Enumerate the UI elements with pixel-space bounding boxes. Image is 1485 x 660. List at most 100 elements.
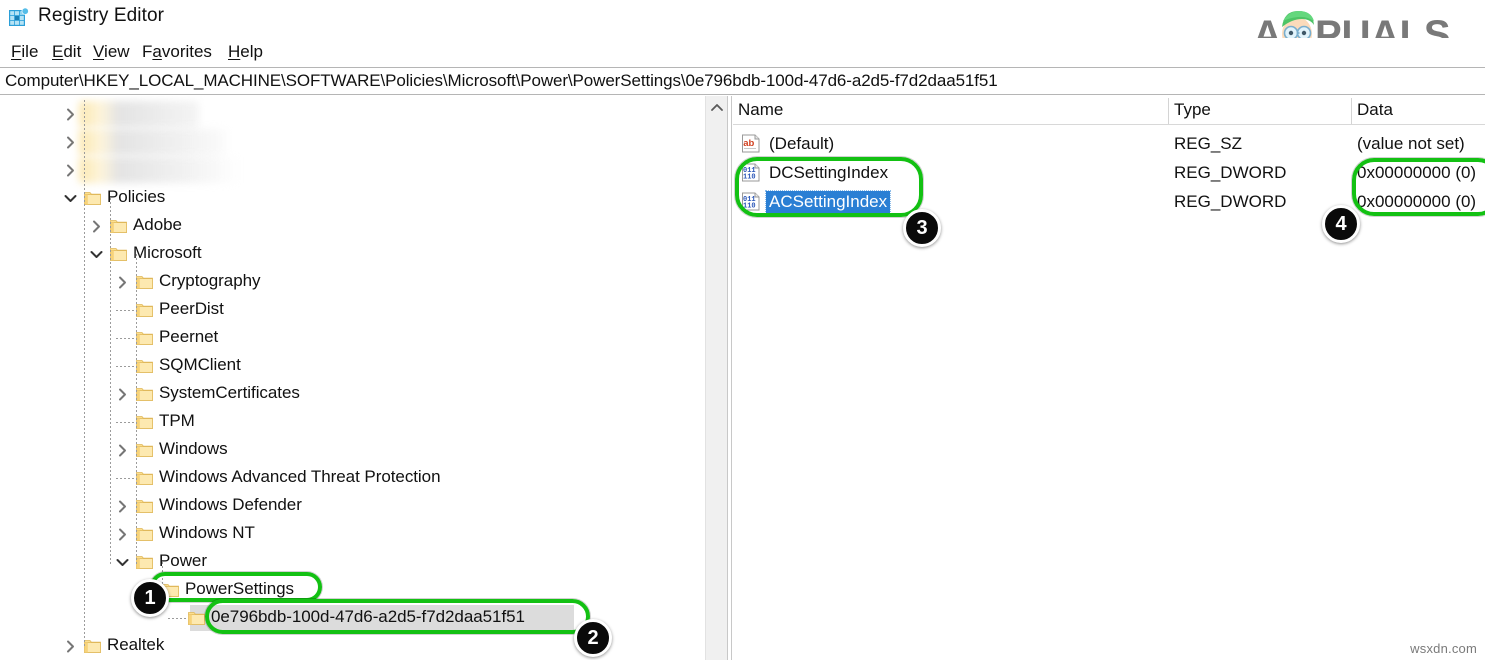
tree-item-tpm[interactable]: TPM: [0, 408, 705, 436]
tree-scrollbar[interactable]: [705, 96, 727, 660]
folder-icon: [136, 358, 153, 373]
svg-text:110: 110: [743, 174, 756, 182]
column-header-type[interactable]: Type: [1174, 100, 1211, 120]
menu-item-file[interactable]: File: [8, 40, 41, 64]
tree-item-label: Cryptography: [159, 271, 260, 291]
chevron-right-icon[interactable]: [114, 520, 130, 548]
tree-connector-line: [168, 618, 186, 619]
folder-icon: [136, 442, 153, 457]
chevron-right-icon[interactable]: [114, 436, 130, 464]
tree-item-windows-advanced-threat-protection[interactable]: Windows Advanced Threat Protection: [0, 464, 705, 492]
registry-values-panel[interactable]: Name Type Data ab (Default) REG_SZ (value n…: [733, 96, 1485, 660]
folder-icon: [84, 638, 101, 653]
tree-item-powersettings[interactable]: PowerSettings: [0, 576, 705, 604]
column-divider-2[interactable]: [1351, 98, 1352, 124]
tree-item-label: Peernet: [159, 327, 218, 347]
chevron-right-icon[interactable]: [62, 128, 78, 156]
tree-item-sqmclient[interactable]: SQMClient: [0, 352, 705, 380]
tree-item-label: Adobe: [133, 215, 182, 235]
tree-item-label: TPM: [159, 411, 195, 431]
chevron-down-icon[interactable]: [88, 240, 104, 268]
column-divider-1[interactable]: [1168, 98, 1169, 124]
column-header-name[interactable]: Name: [738, 100, 783, 120]
value-row[interactable]: ab (Default) REG_SZ (value not set): [733, 129, 1485, 158]
value-name[interactable]: DCSettingIndex: [766, 162, 891, 184]
tree-item-adobe[interactable]: Adobe: [0, 212, 705, 240]
value-row[interactable]: 011110ACSettingIndexREG_DWORD0x00000000 …: [733, 187, 1485, 216]
menu-item-edit[interactable]: Edit: [49, 40, 84, 64]
address-bar[interactable]: Computer\HKEY_LOCAL_MACHINE\SOFTWARE\Pol…: [0, 67, 1485, 95]
panel-splitter[interactable]: [727, 96, 732, 660]
registry-tree-panel[interactable]: Policies Adobe Microsoft Cryptography PeerDi…: [0, 96, 705, 660]
value-type: REG_DWORD: [1174, 192, 1286, 212]
footer-watermark: wsxdn.com: [1410, 641, 1477, 656]
chevron-right-icon[interactable]: [114, 268, 130, 296]
tree-item-windows-nt[interactable]: Windows NT: [0, 520, 705, 548]
tree-item-windows[interactable]: Windows: [0, 436, 705, 464]
value-data: (value not set): [1357, 134, 1465, 154]
registry-path-text[interactable]: Computer\HKEY_LOCAL_MACHINE\SOFTWARE\Pol…: [0, 71, 998, 91]
chevron-right-icon[interactable]: [114, 380, 130, 408]
tree-item-label: Realtek: [107, 635, 164, 655]
chevron-down-icon[interactable]: [114, 548, 130, 576]
folder-icon: [136, 274, 153, 289]
value-row[interactable]: 011110DCSettingIndexREG_DWORD0x00000000 …: [733, 158, 1485, 187]
tree-item-power[interactable]: Power: [0, 548, 705, 576]
folder-icon: [136, 526, 153, 541]
tree-connector-line: [110, 198, 111, 564]
tree-item-label: SystemCertificates: [159, 383, 300, 403]
menu-bar: File Edit View Favorites Help: [0, 38, 1485, 66]
svg-text:ab: ab: [743, 138, 754, 149]
callout-badge-2: 2: [574, 619, 612, 657]
folder-icon: [136, 498, 153, 513]
tree-item-label: SQMClient: [159, 355, 241, 375]
value-name[interactable]: ACSettingIndex: [766, 191, 890, 213]
column-header-data[interactable]: Data: [1357, 100, 1393, 120]
tree-item-label: PowerSettings: [185, 579, 294, 599]
chevron-right-icon[interactable]: [114, 492, 130, 520]
tree-connector-line: [116, 422, 134, 423]
value-name[interactable]: (Default): [766, 133, 837, 155]
callout-badge-4: 4: [1322, 205, 1360, 243]
chevron-right-icon[interactable]: [62, 156, 78, 184]
folder-icon: [136, 330, 153, 345]
registry-editor-icon: [8, 7, 30, 29]
tree-item-label: Policies: [107, 187, 165, 207]
tree-item-redacted[interactable]: [0, 128, 705, 156]
tree-item-windows-defender[interactable]: Windows Defender: [0, 492, 705, 520]
folder-icon: [110, 218, 127, 233]
chevron-down-icon[interactable]: [62, 184, 78, 212]
tree-item-policies[interactable]: Policies: [0, 184, 705, 212]
tree-item-redacted[interactable]: [0, 156, 705, 184]
value-type: REG_SZ: [1174, 134, 1242, 154]
redacted-tree-label: [79, 101, 199, 127]
tree-item-systemcertificates[interactable]: SystemCertificates: [0, 380, 705, 408]
chevron-right-icon[interactable]: [62, 100, 78, 128]
svg-text:110: 110: [743, 203, 756, 211]
string-value-icon: ab: [741, 134, 761, 153]
tree-connector-line: [116, 478, 134, 479]
tree-item-peerdist[interactable]: PeerDist: [0, 296, 705, 324]
chevron-up-icon[interactable]: [706, 96, 728, 118]
menu-item-help[interactable]: Help: [225, 40, 266, 64]
tree-item-peernet[interactable]: Peernet: [0, 324, 705, 352]
tree-connector-line: [116, 338, 134, 339]
tree-item-label: 0e796bdb-100d-47d6-a2d5-f7d2daa51f51: [211, 607, 525, 627]
redacted-tree-label: [79, 157, 255, 183]
folder-icon: [136, 302, 153, 317]
tree-connector-line: [116, 366, 134, 367]
value-data: 0x00000000 (0): [1357, 192, 1476, 212]
tree-item-redacted[interactable]: [0, 100, 705, 128]
tree-item-microsoft[interactable]: Microsoft: [0, 240, 705, 268]
tree-item-label: Windows: [159, 439, 228, 459]
folder-icon: [136, 470, 153, 485]
callout-badge-3-label: 3: [916, 217, 927, 240]
tree-item-cryptography[interactable]: Cryptography: [0, 268, 705, 296]
window-title: Registry Editor: [38, 5, 164, 27]
menu-item-view[interactable]: View: [90, 40, 133, 64]
chevron-right-icon[interactable]: [62, 632, 78, 660]
callout-badge-2-label: 2: [587, 627, 598, 650]
dword-value-icon: 011110: [741, 163, 761, 182]
menu-item-favorites[interactable]: Favorites: [139, 40, 215, 64]
chevron-right-icon[interactable]: [88, 212, 104, 240]
